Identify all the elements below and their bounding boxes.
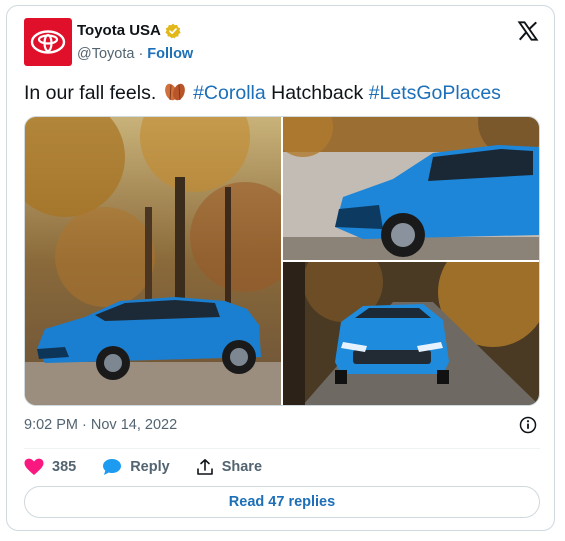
tweet-timestamp[interactable]: 9:02 PM · Nov 14, 2022 (24, 417, 177, 433)
handle-separator: · (138, 46, 144, 62)
share-label: Share (221, 459, 263, 475)
tweet-text-middle: Hatchback (271, 82, 364, 104)
follow-button[interactable]: Follow (147, 46, 193, 62)
toyota-logo-icon (30, 30, 66, 54)
reply-button[interactable]: Reply (102, 458, 170, 476)
photo-hatchback-front-by-lake[interactable] (283, 117, 539, 260)
account-handle[interactable]: @Toyota (77, 46, 134, 62)
hashtag-letsgoplaces[interactable]: #LetsGoPlaces (369, 82, 501, 104)
tweet-embed-card: Toyota USA @Toyota · Follow In our fall … (6, 5, 555, 531)
share-upload-icon (196, 459, 213, 475)
media-grid (24, 116, 540, 406)
account-name-row: Toyota USA (77, 22, 181, 39)
like-count: 385 (52, 459, 77, 475)
photo-hatchback-front-on-forest-road[interactable] (283, 262, 539, 405)
account-handle-row: @Toyota · Follow (77, 46, 193, 62)
read-replies-button[interactable]: Read 47 replies (24, 486, 540, 518)
account-name[interactable]: Toyota USA (77, 22, 161, 39)
fallen-leaf-icon (164, 83, 185, 101)
divider (24, 448, 540, 449)
like-button[interactable]: 385 (24, 458, 76, 476)
reply-label: Reply (130, 459, 170, 475)
photo-hatchback-side-autumn-trees[interactable] (25, 117, 281, 405)
tweet-text: In our fall feels. #Corolla Hatchback #L… (24, 80, 501, 106)
action-bar: 385 Reply Share (24, 456, 288, 478)
info-icon[interactable] (519, 416, 537, 434)
x-logo-icon[interactable] (517, 20, 539, 42)
avatar[interactable] (24, 18, 72, 66)
tweet-text-prefix: In our fall feels. (24, 82, 157, 104)
heart-icon (24, 458, 44, 475)
share-button[interactable]: Share (196, 458, 262, 476)
verified-badge-icon (165, 23, 181, 38)
hashtag-corolla[interactable]: #Corolla (193, 82, 266, 104)
speech-bubble-icon (103, 459, 122, 475)
